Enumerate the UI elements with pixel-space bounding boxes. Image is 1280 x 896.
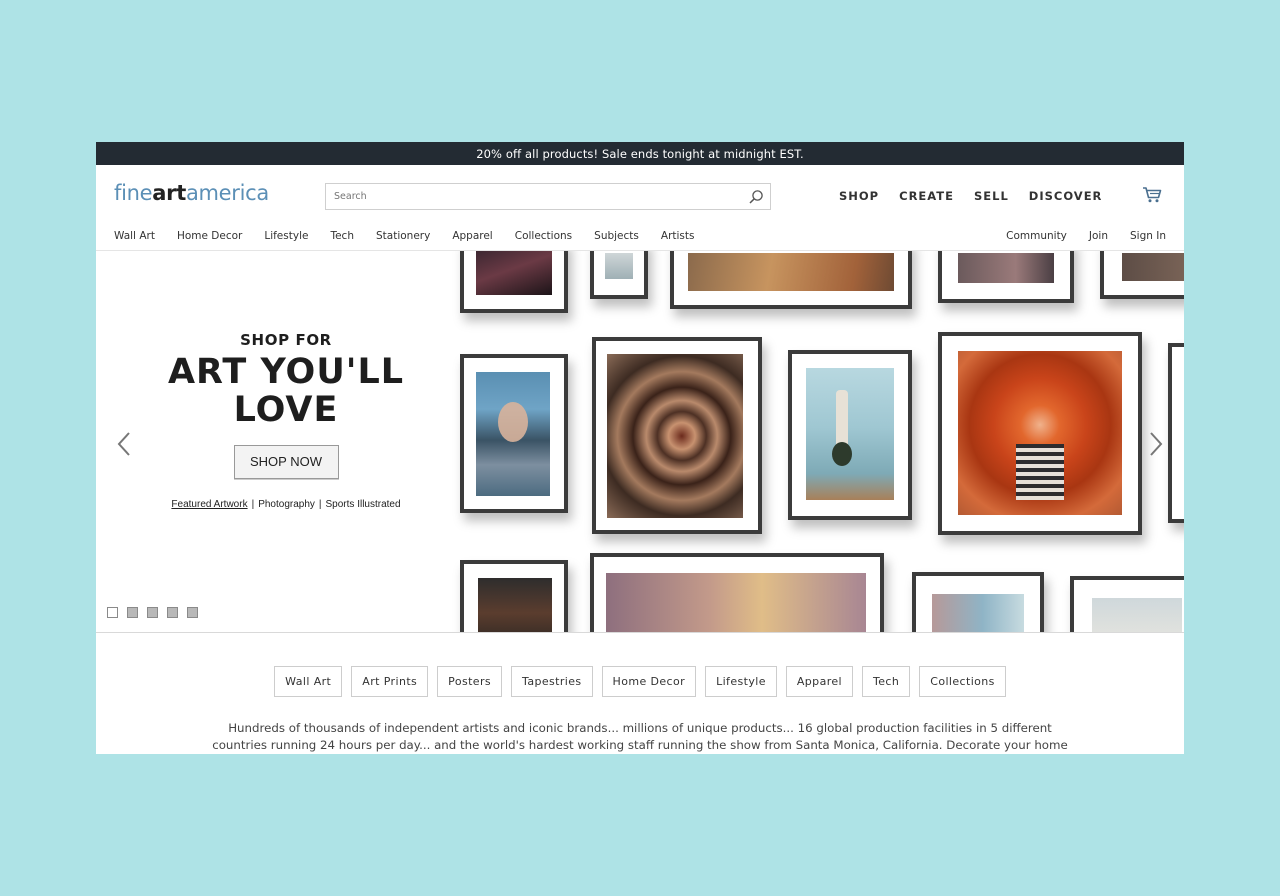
framed-artwork xyxy=(460,251,568,313)
subnav-join[interactable]: Join xyxy=(1089,230,1108,242)
link-separator: | xyxy=(251,499,255,510)
logo-part-art: art xyxy=(152,181,186,205)
hero-links: Featured Artwork | Photography | Sports Illu… xyxy=(156,499,416,510)
hero-title-line1: ART YOU'LL xyxy=(167,352,405,392)
category-home-decor[interactable]: Home Decor xyxy=(601,666,697,697)
framed-artwork xyxy=(670,251,912,309)
subnav-subjects[interactable]: Subjects xyxy=(594,230,639,242)
hero-title: ART YOU'LL LOVE xyxy=(156,353,416,429)
site-header: fineartamerica SHOP CREATE SELL DISCOVER xyxy=(96,165,1184,227)
framed-artwork xyxy=(592,337,762,534)
subnav-lifestyle[interactable]: Lifestyle xyxy=(264,230,308,242)
subnav-community[interactable]: Community xyxy=(1006,230,1067,242)
site-logo[interactable]: fineartamerica xyxy=(114,181,269,205)
carousel-dot-3[interactable] xyxy=(147,607,158,618)
sub-nav: Wall Art Home Decor Lifestyle Tech Stati… xyxy=(96,227,1184,251)
nav-create[interactable]: CREATE xyxy=(899,189,954,203)
subnav-wall-art[interactable]: Wall Art xyxy=(114,230,155,242)
framed-artwork xyxy=(912,572,1044,632)
chevron-left-icon[interactable] xyxy=(115,431,133,457)
carousel-dots xyxy=(107,607,198,618)
subnav-tech[interactable]: Tech xyxy=(330,230,354,242)
chevron-right-icon[interactable] xyxy=(1147,431,1165,457)
carousel-dot-2[interactable] xyxy=(127,607,138,618)
category-tapestries[interactable]: Tapestries xyxy=(511,666,593,697)
hero-carousel: SHOP FOR ART YOU'LL LOVE SHOP NOW Featur… xyxy=(96,251,1184,633)
category-posters[interactable]: Posters xyxy=(437,666,503,697)
logo-part-fine: fine xyxy=(114,181,153,205)
subnav-artists[interactable]: Artists xyxy=(661,230,695,242)
nav-sell[interactable]: SELL xyxy=(974,189,1009,203)
hero-title-line2: LOVE xyxy=(233,390,339,430)
category-wall-art[interactable]: Wall Art xyxy=(274,666,343,697)
subnav-home-decor[interactable]: Home Decor xyxy=(177,230,242,242)
carousel-dot-1[interactable] xyxy=(107,607,118,618)
framed-artwork xyxy=(938,251,1074,303)
promo-text: 20% off all products! Sale ends tonight … xyxy=(476,146,804,161)
framed-artwork xyxy=(1070,576,1184,632)
link-separator: | xyxy=(318,499,322,510)
shop-now-button[interactable]: SHOP NOW xyxy=(233,445,339,479)
shopping-cart-icon[interactable] xyxy=(1142,186,1162,204)
framed-artwork xyxy=(460,354,568,513)
framed-artwork xyxy=(460,560,568,632)
search-box xyxy=(325,183,771,210)
carousel-dot-4[interactable] xyxy=(167,607,178,618)
category-art-prints[interactable]: Art Prints xyxy=(351,666,429,697)
framed-artwork xyxy=(590,553,884,632)
category-lifestyle[interactable]: Lifestyle xyxy=(705,666,777,697)
intro-blurb: Hundreds of thousands of independent art… xyxy=(212,721,1068,752)
main-nav: SHOP CREATE SELL DISCOVER xyxy=(839,189,1102,203)
category-apparel[interactable]: Apparel xyxy=(785,666,854,697)
search-input[interactable] xyxy=(326,184,736,209)
magnifier-icon[interactable] xyxy=(748,189,764,205)
nav-discover[interactable]: DISCOVER xyxy=(1029,189,1103,203)
hero-copy: SHOP FOR ART YOU'LL LOVE SHOP NOW Featur… xyxy=(156,331,416,510)
subnav-apparel[interactable]: Apparel xyxy=(452,230,492,242)
browser-page: 20% off all products! Sale ends tonight … xyxy=(96,142,1184,754)
promo-banner[interactable]: 20% off all products! Sale ends tonight … xyxy=(96,142,1184,165)
nav-shop[interactable]: SHOP xyxy=(839,189,879,203)
carousel-dot-5[interactable] xyxy=(187,607,198,618)
category-tech[interactable]: Tech xyxy=(862,666,911,697)
link-sports-illustrated[interactable]: Sports Illustrated xyxy=(326,499,401,510)
subnav-stationery[interactable]: Stationery xyxy=(376,230,430,242)
category-collections[interactable]: Collections xyxy=(919,666,1006,697)
framed-artwork xyxy=(788,350,912,520)
framed-artwork xyxy=(1168,343,1184,523)
framed-artwork xyxy=(590,251,648,299)
logo-part-america: america xyxy=(185,181,269,205)
category-buttons: Wall Art Art Prints Posters Tapestries H… xyxy=(96,666,1184,697)
subnav-collections[interactable]: Collections xyxy=(515,230,572,242)
hero-kicker: SHOP FOR xyxy=(240,331,332,349)
link-featured-artwork[interactable]: Featured Artwork xyxy=(171,499,247,510)
framed-artwork xyxy=(938,332,1142,535)
link-photography[interactable]: Photography xyxy=(258,499,315,510)
framed-artwork xyxy=(1100,251,1184,299)
subnav-sign-in[interactable]: Sign In xyxy=(1130,230,1166,242)
